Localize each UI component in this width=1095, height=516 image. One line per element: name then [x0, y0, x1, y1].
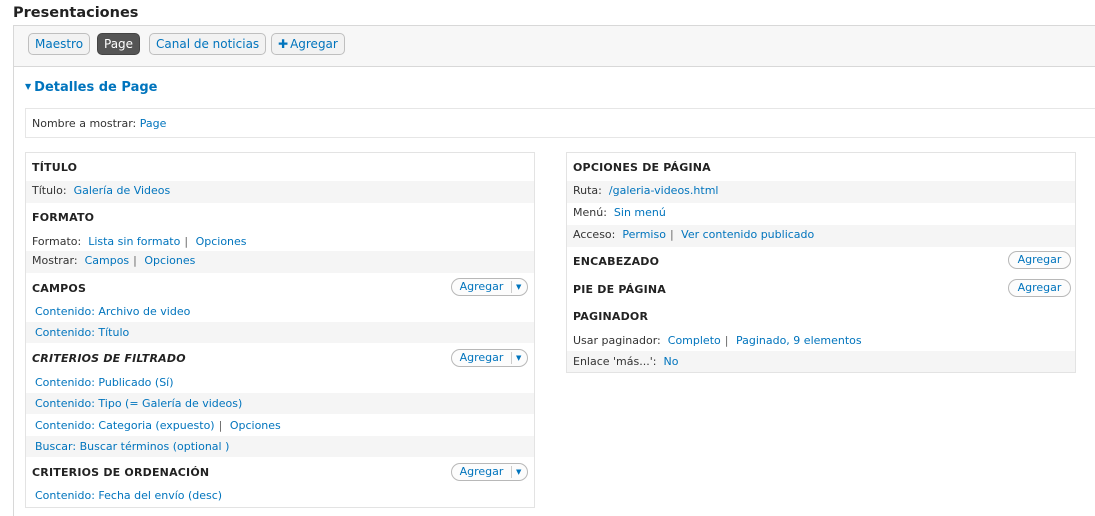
acceso-extra-link[interactable]: Ver contenido publicado — [681, 228, 814, 241]
list-item: Contenido: Fecha del envío (desc) — [26, 485, 534, 506]
titulo-link[interactable]: Galería de Videos — [74, 184, 171, 197]
section-pie-heading: PIE DE PÁGINA — [573, 283, 666, 296]
caret-down-icon[interactable]: ▼ — [516, 350, 521, 366]
ordenacion-add-label: Agregar — [459, 465, 504, 478]
categoria-options-link[interactable]: Opciones — [230, 419, 281, 432]
ruta-row: Ruta: /galeria-videos.html — [567, 181, 1075, 203]
filtro-link[interactable]: Contenido: Tipo (= Galería de videos) — [35, 397, 242, 410]
details-toggle[interactable]: ▼ Detalles de Page — [25, 80, 157, 95]
caret-down-icon[interactable]: ▼ — [516, 464, 521, 480]
formato-options-link[interactable]: Opciones — [196, 235, 247, 248]
add-display-label: Agregar — [290, 37, 338, 51]
formato-link[interactable]: Lista sin formato — [88, 235, 180, 248]
usar-paginador-link[interactable]: Completo — [668, 334, 721, 347]
plus-icon: ✚ — [278, 37, 289, 51]
acceso-row: Acceso: Permiso | Ver contenido publicado — [567, 225, 1075, 247]
enlace-mas-label: Enlace 'más...': — [573, 355, 657, 368]
tab-maestro[interactable]: Maestro — [28, 33, 91, 55]
list-item: Contenido: Publicado (Sí) — [26, 372, 534, 393]
display-name-box: Nombre a mostrar: Page — [25, 108, 1095, 138]
mostrar-label: Mostrar: — [32, 254, 78, 267]
paginador-options-link[interactable]: Paginado, 9 elementos — [736, 334, 862, 347]
ruta-link[interactable]: /galeria-videos.html — [609, 184, 719, 197]
section-titulo-heading: TÍTULO — [32, 161, 78, 174]
section-formato-heading: FORMATO — [32, 211, 95, 224]
campo-link[interactable]: Contenido: Archivo de video — [35, 305, 190, 318]
filtro-link[interactable]: Buscar: Buscar términos (optional ) — [35, 440, 229, 453]
tab-canal-de-noticias[interactable]: Canal de noticias — [149, 33, 267, 55]
acceso-label: Acceso: — [573, 228, 616, 241]
display-name-link[interactable]: Page — [140, 117, 167, 130]
orden-link[interactable]: Contenido: Fecha del envío (desc) — [35, 489, 222, 502]
encabezado-add-button[interactable]: Agregar — [1008, 251, 1071, 269]
acceso-link[interactable]: Permiso — [622, 228, 666, 241]
tab-page[interactable]: Page — [97, 33, 141, 55]
details-heading: Detalles de Page — [34, 80, 158, 95]
campos-add-button[interactable]: Agregar ▼ — [451, 278, 528, 296]
filtro-link[interactable]: Contenido: Publicado (Sí) — [35, 376, 174, 389]
left-column: TÍTULO Título: Galería de Videos FORMATO… — [25, 152, 535, 508]
menu-row: Menú: Sin menú — [567, 202, 1075, 224]
filtrado-add-label: Agregar — [459, 351, 504, 364]
section-paginador-heading: PAGINADOR — [573, 310, 649, 323]
triangle-down-icon: ▼ — [25, 82, 32, 91]
list-item: Contenido: Categoria (expuesto) | Opcione… — [35, 419, 281, 432]
filtro-link[interactable]: Contenido: Categoria (expuesto) — [35, 419, 215, 432]
caret-down-icon[interactable]: ▼ — [516, 279, 521, 295]
campo-link[interactable]: Contenido: Título — [35, 326, 129, 339]
enlace-mas-row: Enlace 'más...': No — [567, 351, 1075, 372]
filtrado-add-button[interactable]: Agregar ▼ — [451, 349, 528, 367]
titulo-label: Título: — [32, 184, 67, 197]
mostrar-link[interactable]: Campos — [85, 254, 130, 267]
pie-add-button[interactable]: Agregar — [1008, 279, 1071, 297]
enlace-mas-link[interactable]: No — [663, 355, 678, 368]
section-encabezado-heading: ENCABEZADO — [573, 255, 660, 268]
section-opciones-heading: OPCIONES DE PÁGINA — [573, 161, 711, 174]
formato-label: Formato: — [32, 235, 82, 248]
list-item: Contenido: Tipo (= Galería de videos) — [26, 393, 534, 414]
list-item: Buscar: Buscar términos (optional ) — [26, 436, 534, 457]
usar-paginador-label: Usar paginador: — [573, 334, 661, 347]
display-tabs-bar: Maestro Page Canal de noticias ✚ Agregar — [13, 25, 1095, 67]
campos-add-label: Agregar — [459, 280, 504, 293]
list-item: Contenido: Título — [26, 322, 534, 343]
titulo-row: Título: Galería de Videos — [26, 181, 534, 203]
ordenacion-add-button[interactable]: Agregar ▼ — [451, 463, 528, 481]
add-display-button[interactable]: ✚ Agregar — [271, 33, 345, 55]
display-name-label: Nombre a mostrar: — [32, 117, 137, 130]
mostrar-row: Mostrar: Campos | Opciones — [26, 251, 534, 273]
ruta-label: Ruta: — [573, 184, 602, 197]
menu-link[interactable]: Sin menú — [614, 206, 666, 219]
menu-label: Menú: — [573, 206, 607, 219]
list-item: Contenido: Archivo de video — [26, 301, 534, 322]
page-title: Presentaciones — [13, 5, 139, 21]
right-column: OPCIONES DE PÁGINA Ruta: /galeria-videos… — [566, 152, 1076, 373]
mostrar-options-link[interactable]: Opciones — [144, 254, 195, 267]
usar-paginador-row: Usar paginador: Completo | Paginado, 9 el… — [573, 334, 862, 347]
formato-row: Formato: Lista sin formato | Opciones — [32, 235, 247, 248]
